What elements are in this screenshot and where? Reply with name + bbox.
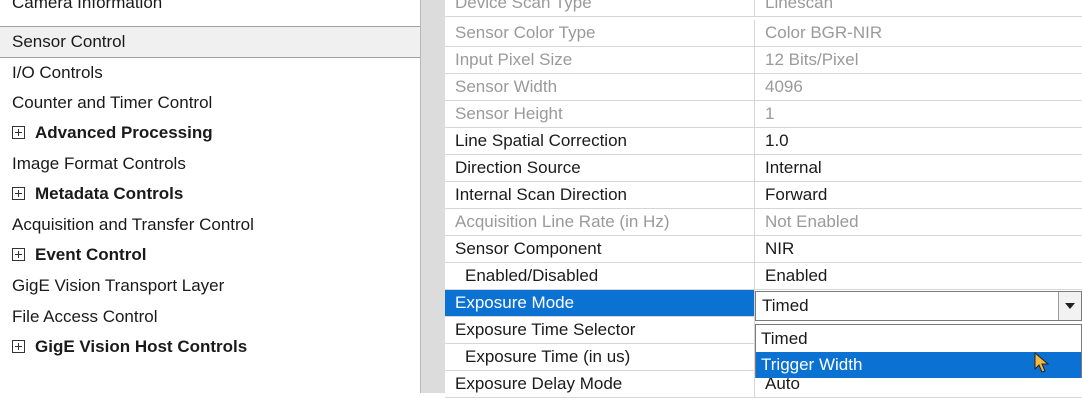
category-label: Counter and Timer Control <box>12 93 213 112</box>
category-metadata-controls[interactable]: Metadata Controls <box>12 179 183 209</box>
expand-plus-icon[interactable] <box>12 126 25 139</box>
property-row-sensor-component[interactable]: Sensor Component NIR <box>445 236 1082 263</box>
property-name: Sensor Width <box>445 74 755 100</box>
property-row-device-scan-type[interactable]: Device Scan Type Linescan <box>445 0 1082 17</box>
category-acquisition-transfer-control[interactable]: Acquisition and Transfer Control <box>12 210 254 240</box>
property-row-internal-scan-direction[interactable]: Internal Scan Direction Forward <box>445 182 1082 209</box>
category-label: GigE Vision Host Controls <box>35 337 248 356</box>
category-label: File Access Control <box>12 307 158 326</box>
dropdown-option-timed[interactable]: Timed <box>756 326 1081 352</box>
property-name: Exposure Delay Mode <box>445 371 755 397</box>
property-name: Sensor Component <box>445 236 755 262</box>
expand-plus-icon[interactable] <box>12 340 25 353</box>
property-name: Enabled/Disabled <box>445 263 755 289</box>
property-value: 1 <box>765 104 775 123</box>
combobox-selected-value: Timed <box>762 296 809 315</box>
property-value[interactable]: 1.0 <box>755 128 1082 154</box>
category-label: Metadata Controls <box>35 184 184 203</box>
category-label: GigE Vision Transport Layer <box>12 276 225 295</box>
dropdown-option-trigger-width[interactable]: Trigger Width <box>756 352 1081 378</box>
property-value: 4096 <box>765 77 803 96</box>
property-value: Not Enabled <box>765 212 859 231</box>
category-gige-vision-host-controls[interactable]: GigE Vision Host Controls <box>12 332 247 362</box>
category-label: Event Control <box>35 245 147 264</box>
property-row-sensor-height[interactable]: Sensor Height 1 <box>445 101 1082 128</box>
exposure-mode-dropdown-list: Timed Trigger Width <box>755 324 1082 378</box>
property-name: Sensor Height <box>445 101 755 127</box>
category-label: Sensor Control <box>12 32 126 51</box>
property-row-enabled-disabled[interactable]: Enabled/Disabled Enabled <box>445 263 1082 290</box>
property-value[interactable]: Enabled <box>755 263 1082 289</box>
property-name: Line Spatial Correction <box>445 128 755 154</box>
property-row-acquisition-line-rate[interactable]: Acquisition Line Rate (in Hz) Not Enable… <box>445 209 1082 236</box>
category-label: Camera Information <box>12 0 163 12</box>
exposure-mode-combobox[interactable]: Timed <box>755 291 1082 321</box>
panel-splitter[interactable] <box>421 0 445 393</box>
category-camera-information[interactable]: Camera Information <box>12 0 162 18</box>
property-name: Direction Source <box>445 155 755 181</box>
category-sensor-control[interactable]: Sensor Control <box>0 26 420 58</box>
property-row-direction-source[interactable]: Direction Source Internal <box>445 155 1082 182</box>
category-image-format-controls[interactable]: Image Format Controls <box>12 149 186 179</box>
property-name: Internal Scan Direction <box>445 182 755 208</box>
category-label: Advanced Processing <box>35 123 213 142</box>
property-value: 12 Bits/Pixel <box>765 50 859 69</box>
expand-plus-icon[interactable] <box>12 187 25 200</box>
dropdown-button[interactable] <box>1058 292 1081 320</box>
property-value[interactable]: Forward <box>755 182 1082 208</box>
category-label: I/O Controls <box>12 63 103 82</box>
mouse-pointer-icon <box>1034 352 1050 373</box>
property-name: Input Pixel Size <box>445 47 755 73</box>
property-name: Sensor Color Type <box>445 20 755 46</box>
category-event-control[interactable]: Event Control <box>12 240 146 270</box>
category-advanced-processing[interactable]: Advanced Processing <box>12 118 213 148</box>
property-row-line-spatial-correction[interactable]: Line Spatial Correction 1.0 <box>445 128 1082 155</box>
property-value[interactable]: Internal <box>755 155 1082 181</box>
property-name: Exposure Time (in us) <box>445 344 755 370</box>
chevron-down-icon <box>1065 303 1075 309</box>
category-io-controls[interactable]: I/O Controls <box>12 58 103 88</box>
category-label: Acquisition and Transfer Control <box>12 215 254 234</box>
category-label: Image Format Controls <box>12 154 186 173</box>
property-value: Linescan <box>765 0 834 12</box>
expand-plus-icon[interactable] <box>12 248 25 261</box>
category-counter-timer-control[interactable]: Counter and Timer Control <box>12 88 212 118</box>
property-name: Exposure Time Selector <box>445 317 755 343</box>
property-row-sensor-color-type[interactable]: Sensor Color Type Color BGR-NIR <box>445 20 1082 47</box>
property-value: Color BGR-NIR <box>765 23 883 42</box>
property-value[interactable]: NIR <box>755 236 1082 262</box>
property-name: Device Scan Type <box>445 0 755 16</box>
feature-category-list: Camera Information Sensor Control I/O Co… <box>0 0 421 393</box>
property-row-sensor-width[interactable]: Sensor Width 4096 <box>445 74 1082 101</box>
category-file-access-control[interactable]: File Access Control <box>12 302 158 332</box>
property-row-input-pixel-size[interactable]: Input Pixel Size 12 Bits/Pixel <box>445 47 1082 74</box>
property-name: Acquisition Line Rate (in Hz) <box>445 209 755 235</box>
category-gige-vision-transport-layer[interactable]: GigE Vision Transport Layer <box>12 271 224 301</box>
property-name: Exposure Mode <box>445 290 755 316</box>
